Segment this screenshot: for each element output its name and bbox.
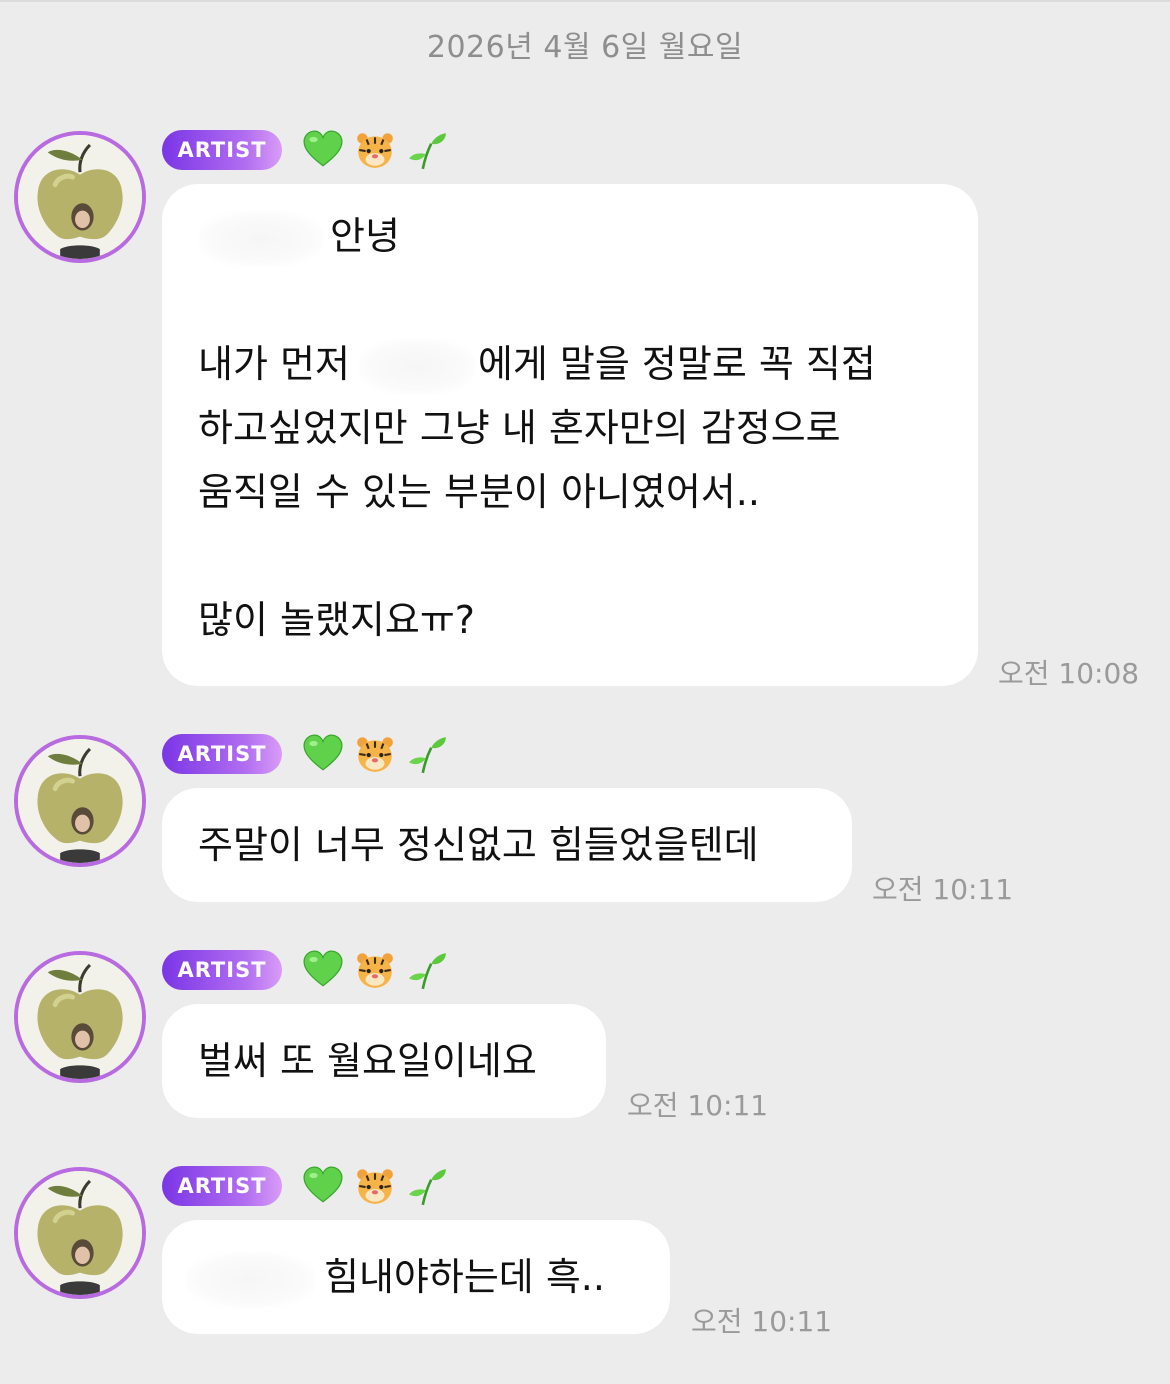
- green-heart-icon: [303, 1166, 343, 1203]
- green-heart-icon: [303, 130, 343, 167]
- message-text: [198, 524, 942, 588]
- message-text: 에게 말을 정말로 꼭 직접: [477, 342, 876, 386]
- emoji-row: [302, 127, 448, 173]
- green-heart-icon: [303, 950, 343, 987]
- message-text: 주말이 너무 정신없고 힘들었을텐데: [198, 823, 759, 867]
- message-text: 많이 놀랬지요ㅠ?: [198, 598, 475, 642]
- artist-badge: ARTIST: [162, 130, 282, 170]
- seedling-icon: [409, 133, 446, 170]
- tiger-face-icon: [357, 133, 393, 168]
- avatar[interactable]: [14, 131, 146, 263]
- apple-avatar-image: [18, 135, 142, 259]
- redacted-name: [186, 1251, 316, 1308]
- artist-badge: ARTIST: [162, 950, 282, 990]
- message-text: 힘내야하는데 흑..: [324, 1255, 605, 1299]
- message-bubble[interactable]: 안녕 내가 먼저 에게 말을 정말로 꼭 직접 하고싶었지만 그냥 내 혼자만의 …: [162, 184, 978, 686]
- tiger-face-icon: [357, 737, 393, 772]
- avatar[interactable]: [14, 951, 146, 1083]
- redacted-name: [198, 210, 324, 267]
- top-divider: [0, 0, 1170, 2]
- avatar[interactable]: [14, 1167, 146, 1299]
- message-text: 안녕: [330, 214, 400, 258]
- message-text: [198, 268, 942, 332]
- seedling-icon: [409, 737, 446, 774]
- message-time: 오전 10:11: [691, 1305, 833, 1338]
- message-text: 움직일 수 있는 부분이 아니였어서..: [198, 470, 760, 514]
- date-header: 2026년 4월 6일 월요일: [426, 30, 744, 65]
- message-time: 오전 10:11: [872, 873, 1014, 906]
- artist-badge: ARTIST: [162, 734, 282, 774]
- message-text: 내가 먼저: [198, 342, 350, 386]
- message-bubble[interactable]: 주말이 너무 정신없고 힘들었을텐데: [162, 788, 852, 902]
- message-text: 벌써 또 월요일이네요: [198, 1039, 537, 1083]
- tiger-face-icon: [357, 1169, 393, 1204]
- message-time: 오전 10:08: [998, 657, 1140, 690]
- message-text: 하고싶었지만 그냥 내 혼자만의 감정으로: [198, 406, 841, 450]
- emoji-row: [302, 1163, 448, 1209]
- redacted-name: [357, 338, 476, 395]
- seedling-icon: [409, 1169, 446, 1206]
- apple-avatar-image: [18, 1171, 142, 1295]
- apple-avatar-image: [18, 955, 142, 1079]
- apple-avatar-image: [18, 739, 142, 863]
- message-bubble[interactable]: 힘내야하는데 흑..: [162, 1220, 670, 1334]
- avatar[interactable]: [14, 735, 146, 867]
- message-bubble[interactable]: 벌써 또 월요일이네요: [162, 1004, 606, 1118]
- message-time: 오전 10:11: [627, 1089, 769, 1122]
- emoji-row: [302, 731, 448, 777]
- green-heart-icon: [303, 734, 343, 771]
- tiger-face-icon: [357, 953, 393, 988]
- emoji-row: [302, 947, 448, 993]
- artist-badge: ARTIST: [162, 1166, 282, 1206]
- seedling-icon: [409, 953, 446, 990]
